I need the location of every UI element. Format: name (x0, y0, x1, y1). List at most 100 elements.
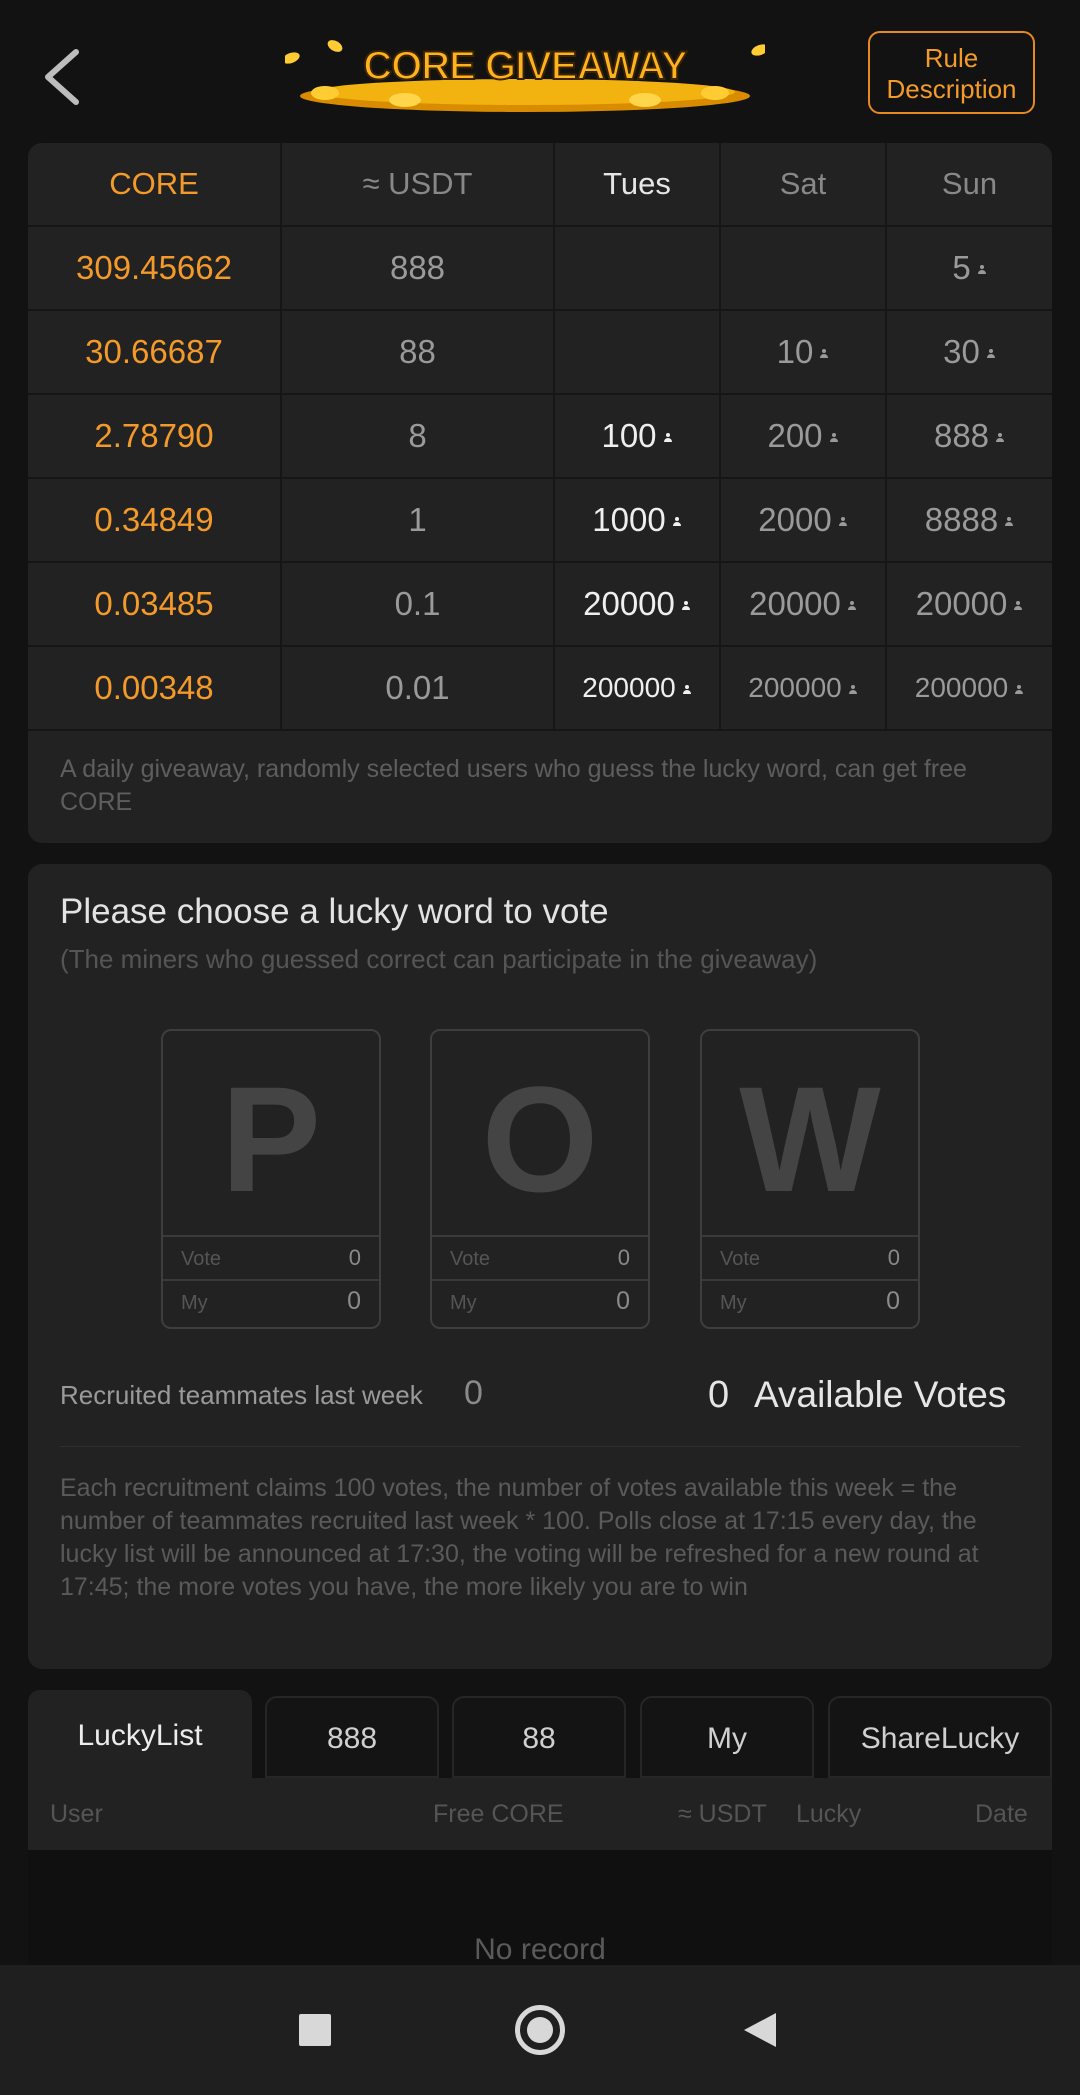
divider (60, 1446, 1020, 1447)
back-triangle-icon[interactable] (744, 2013, 776, 2047)
person-icon (848, 684, 858, 695)
prize-table-header: CORE ≈ USDT Tues Sat Sun (28, 143, 1052, 227)
giveaway-logo: CORE GIVEAWAY (285, 38, 765, 118)
person-icon (986, 349, 996, 359)
winner-count: 10 (776, 333, 814, 370)
winner-count: 888 (933, 417, 990, 454)
prize-table-card: CORE ≈ USDT Tues Sat Sun 309.45662 888 5… (28, 143, 1052, 843)
column-header-user: User (50, 1800, 103, 1828)
letter: P (220, 1055, 322, 1223)
table-row: 30.66687 88 10 30 (28, 309, 1052, 395)
giveaway-title: CORE GIVEAWAY (362, 43, 688, 89)
lucky-list-header: User Free CORE ≈ USDT Lucky Date (28, 1778, 1052, 1850)
person-icon (977, 265, 987, 275)
vote-description: Each recruitment claims 100 votes, the n… (60, 1474, 979, 1601)
my-value: 0 (886, 1287, 900, 1315)
tab-88[interactable]: 88 (452, 1696, 626, 1778)
winner-count: 2000 (758, 501, 832, 538)
tab-888[interactable]: 888 (265, 1696, 439, 1778)
winner-count: 200000 (748, 672, 842, 703)
vote-count-row: Vote 0 (702, 1235, 918, 1279)
letter-card-o[interactable]: O Vote 0 My 0 (430, 1029, 650, 1329)
my-label: My (720, 1292, 747, 1314)
recruited-value: 0 (464, 1374, 483, 1412)
core-amount: 0.34849 (28, 477, 282, 563)
vote-title: Please choose a lucky word to vote (60, 892, 609, 931)
tues-winners: 200000 (553, 645, 721, 731)
column-header-date: Date (975, 1800, 1028, 1828)
tues-winners (553, 309, 721, 395)
sun-winners: 8888 (885, 477, 1052, 563)
tues-winners: 1000 (553, 477, 721, 563)
usdt-amount: 88 (280, 309, 555, 395)
winner-count: 8888 (924, 501, 999, 538)
vote-subtitle: (The miners who guessed correct can part… (60, 944, 818, 974)
person-icon (995, 433, 1005, 443)
usdt-amount: 1 (280, 477, 555, 563)
sat-winners: 10 (719, 309, 887, 395)
person-icon (838, 517, 848, 527)
letter-card-w[interactable]: W Vote 0 My 0 (700, 1029, 920, 1329)
letter-card-p[interactable]: P Vote 0 My 0 (161, 1029, 381, 1329)
usdt-amount: 888 (280, 225, 555, 311)
sat-winners: 20000 (719, 561, 887, 647)
column-header-free-core: Free CORE (433, 1800, 564, 1828)
vote-count-row: Vote 0 (163, 1235, 379, 1279)
core-amount: 2.78790 (28, 393, 282, 479)
usdt-amount: 8 (280, 393, 555, 479)
person-icon (847, 601, 857, 611)
my-label: My (450, 1292, 477, 1314)
letter: W (739, 1055, 881, 1223)
core-amount: 309.45662 (28, 225, 282, 311)
my-value: 0 (616, 1287, 630, 1315)
vote-value: 0 (887, 1245, 900, 1270)
recruited-label: Recruited teammates last week (60, 1380, 423, 1410)
giveaway-description: A daily giveaway, randomly selected user… (60, 755, 967, 816)
available-votes-value: 0 (708, 1374, 730, 1416)
person-icon (1014, 684, 1024, 695)
sun-winners: 200000 (885, 645, 1052, 731)
winner-count: 200000 (582, 672, 676, 703)
vote-card: Please choose a lucky word to vote (The … (28, 864, 1052, 1669)
my-vote-row: My 0 (163, 1279, 379, 1323)
rule-description-button[interactable]: Rule Description (868, 31, 1035, 114)
winner-count: 20000 (583, 585, 675, 622)
core-amount: 0.00348 (28, 645, 282, 731)
column-header-sun: Sun (885, 143, 1052, 227)
person-icon (1013, 601, 1023, 611)
tues-winners (553, 225, 721, 311)
tab-sharelucky[interactable]: ShareLucky (828, 1696, 1052, 1778)
person-icon (681, 601, 691, 611)
tab-luckylist[interactable]: LuckyList (28, 1690, 252, 1778)
sun-winners: 888 (885, 393, 1052, 479)
sat-winners (719, 225, 887, 311)
sun-winners: 30 (885, 309, 1052, 395)
vote-count-row: Vote 0 (432, 1235, 648, 1279)
person-icon (663, 433, 673, 443)
vote-label: Vote (450, 1248, 491, 1270)
table-row: 0.00348 0.01 200000 200000 200000 (28, 645, 1052, 731)
sat-winners: 200000 (719, 645, 887, 731)
prize-table: CORE ≈ USDT Tues Sat Sun 309.45662 888 5… (28, 143, 1052, 731)
sun-winners: 20000 (885, 561, 1052, 647)
recent-apps-icon[interactable] (299, 2014, 331, 2046)
vote-label: Vote (720, 1248, 761, 1270)
vote-label: Vote (181, 1248, 222, 1270)
sat-winners: 2000 (719, 477, 887, 563)
tab-my[interactable]: My (640, 1696, 814, 1778)
sun-winners: 5 (885, 225, 1052, 311)
available-votes-label: Available Votes (754, 1374, 1007, 1415)
table-row: 2.78790 8 100 200 888 (28, 393, 1052, 479)
core-amount: 0.03485 (28, 561, 282, 647)
chevron-left-icon[interactable] (40, 48, 84, 106)
person-icon (672, 517, 682, 527)
person-icon (829, 433, 839, 443)
winner-count: 1000 (592, 501, 666, 538)
person-icon (819, 349, 829, 359)
sat-winners: 200 (719, 393, 887, 479)
tues-winners: 20000 (553, 561, 721, 647)
lucky-list-body: No record (28, 1850, 1052, 1970)
header: CORE GIVEAWAY Rule Description (0, 0, 1080, 145)
winner-count: 200 (767, 417, 823, 454)
home-icon[interactable] (515, 2005, 565, 2055)
